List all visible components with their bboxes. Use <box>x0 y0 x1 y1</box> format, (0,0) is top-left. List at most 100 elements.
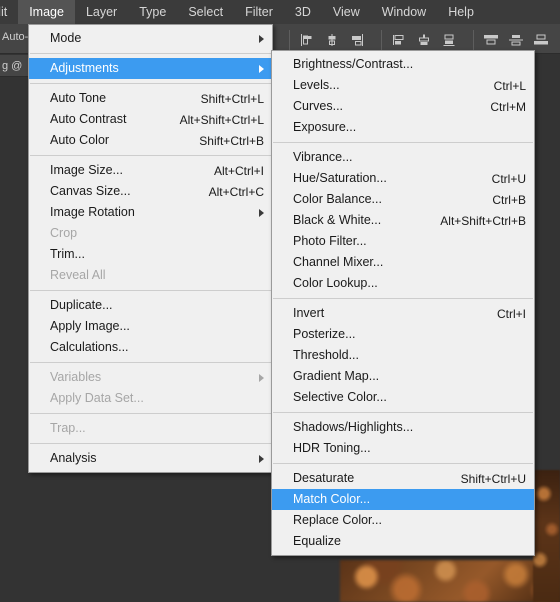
menu-item-calculations[interactable]: Calculations... <box>29 337 272 358</box>
align-horizontal-centers-icon[interactable] <box>321 30 343 50</box>
menu-item-label: Levels... <box>293 78 340 93</box>
menu-separator <box>273 298 533 299</box>
menu-item-equalize[interactable]: Equalize <box>272 531 534 552</box>
submenu-arrow-icon <box>259 208 264 217</box>
menu-item-label: Curves... <box>293 99 344 114</box>
menubar-item-dit[interactable]: dit <box>0 0 18 24</box>
menu-item-threshold[interactable]: Threshold... <box>272 345 534 366</box>
menu-item-variables: Variables <box>29 367 272 388</box>
menu-item-label: HDR Toning... <box>293 441 371 456</box>
menu-item-selective-color[interactable]: Selective Color... <box>272 387 534 408</box>
menu-item-auto-color[interactable]: Auto Color Shift+Ctrl+B <box>29 130 272 151</box>
menu-item-canvas-size[interactable]: Canvas Size... Alt+Ctrl+C <box>29 181 272 202</box>
menu-item-hue-saturation[interactable]: Hue/Saturation... Ctrl+U <box>272 168 534 189</box>
distribute-top-edges-icon[interactable] <box>480 30 502 50</box>
menu-item-label: Duplicate... <box>50 298 113 313</box>
menu-item-image-rotation[interactable]: Image Rotation <box>29 202 272 223</box>
menu-item-label: Vibrance... <box>293 150 353 165</box>
menubar-item-image[interactable]: Image <box>18 0 75 24</box>
menu-separator <box>30 53 271 54</box>
menu-item-duplicate[interactable]: Duplicate... <box>29 295 272 316</box>
menu-item-hdr-toning[interactable]: HDR Toning... <box>272 438 534 459</box>
align-edges-group <box>296 30 368 50</box>
align-vertical-centers-icon[interactable] <box>413 30 435 50</box>
menu-item-shortcut: Ctrl+U <box>491 171 526 186</box>
menu-item-trap: Trap... <box>29 418 272 439</box>
menu-item-channel-mixer[interactable]: Channel Mixer... <box>272 252 534 273</box>
menu-item-auto-contrast[interactable]: Auto Contrast Alt+Shift+Ctrl+L <box>29 109 272 130</box>
menubar-item-type[interactable]: Type <box>128 0 177 24</box>
menubar-item-layer[interactable]: Layer <box>75 0 128 24</box>
menu-item-shortcut: Alt+Shift+Ctrl+B <box>440 213 526 228</box>
distribute-group <box>480 30 552 50</box>
menubar-item-help[interactable]: Help <box>437 0 485 24</box>
menu-item-desaturate[interactable]: Desaturate Shift+Ctrl+U <box>272 468 534 489</box>
distribute-bottom-edges-icon[interactable] <box>530 30 552 50</box>
menu-separator <box>273 463 533 464</box>
align-bottom-edges-icon[interactable] <box>438 30 460 50</box>
menu-item-photo-filter[interactable]: Photo Filter... <box>272 231 534 252</box>
menu-item-label: Brightness/Contrast... <box>293 57 414 72</box>
menu-item-vibrance[interactable]: Vibrance... <box>272 147 534 168</box>
menu-item-label: Selective Color... <box>293 390 387 405</box>
menu-item-mode[interactable]: Mode <box>29 28 272 49</box>
align-left-edges-icon[interactable] <box>296 30 318 50</box>
document-image-right-edge[interactable] <box>533 470 560 602</box>
align-right-edges-icon[interactable] <box>346 30 368 50</box>
menu-item-shadows-highlights[interactable]: Shadows/Highlights... <box>272 417 534 438</box>
distribute-vertical-centers-icon[interactable] <box>505 30 527 50</box>
align-top-edges-icon[interactable] <box>388 30 410 50</box>
menu-item-invert[interactable]: Invert Ctrl+I <box>272 303 534 324</box>
menu-item-analysis[interactable]: Analysis <box>29 448 272 469</box>
menu-item-label: Canvas Size... <box>50 184 131 199</box>
align-vertical-group <box>388 30 460 50</box>
menu-item-label: Hue/Saturation... <box>293 171 387 186</box>
menu-item-label: Adjustments <box>50 61 119 76</box>
menu-item-color-balance[interactable]: Color Balance... Ctrl+B <box>272 189 534 210</box>
menu-item-label: Apply Image... <box>50 319 130 334</box>
menu-item-label: Equalize <box>293 534 341 549</box>
menubar-item-view[interactable]: View <box>322 0 371 24</box>
menu-item-brightness-contrast[interactable]: Brightness/Contrast... <box>272 54 534 75</box>
menu-item-label: Threshold... <box>293 348 360 363</box>
menubar-item-3d[interactable]: 3D <box>284 0 322 24</box>
menu-item-apply-image[interactable]: Apply Image... <box>29 316 272 337</box>
menubar-item-window[interactable]: Window <box>371 0 437 24</box>
menu-item-posterize[interactable]: Posterize... <box>272 324 534 345</box>
menu-item-trim[interactable]: Trim... <box>29 244 272 265</box>
menu-separator <box>30 290 271 291</box>
menu-item-black-white[interactable]: Black & White... Alt+Shift+Ctrl+B <box>272 210 534 231</box>
menu-separator <box>273 412 533 413</box>
menu-item-shortcut: Shift+Ctrl+L <box>200 91 264 106</box>
menu-item-adjustments[interactable]: Adjustments <box>29 58 272 79</box>
menu-item-replace-color[interactable]: Replace Color... <box>272 510 534 531</box>
options-separator-3 <box>473 30 474 50</box>
menu-item-exposure[interactable]: Exposure... <box>272 117 534 138</box>
menu-item-gradient-map[interactable]: Gradient Map... <box>272 366 534 387</box>
menu-item-label: Desaturate <box>293 471 355 486</box>
menu-item-auto-tone[interactable]: Auto Tone Shift+Ctrl+L <box>29 88 272 109</box>
menu-item-apply-data-set: Apply Data Set... <box>29 388 272 409</box>
menubar-item-select[interactable]: Select <box>177 0 234 24</box>
menu-item-levels[interactable]: Levels... Ctrl+L <box>272 75 534 96</box>
adjustments-submenu-dropdown[interactable]: Brightness/Contrast... Levels... Ctrl+L Cur… <box>271 50 535 556</box>
menu-item-label: Trap... <box>50 421 86 436</box>
menu-item-reveal-all: Reveal All <box>29 265 272 286</box>
menu-item-label: Invert <box>293 306 325 321</box>
menu-item-label: Exposure... <box>293 120 357 135</box>
menu-item-crop: Crop <box>29 223 272 244</box>
submenu-arrow-icon <box>259 373 264 382</box>
menubar-item-filter[interactable]: Filter <box>234 0 284 24</box>
menu-item-label: Auto Tone <box>50 91 107 106</box>
menu-item-match-color[interactable]: Match Color... <box>272 489 534 510</box>
document-image-preview[interactable] <box>340 560 560 602</box>
menu-item-label: Trim... <box>50 247 85 262</box>
menu-bar: ditImageLayerTypeSelectFilter3DViewWindo… <box>0 0 560 24</box>
menu-item-curves[interactable]: Curves... Ctrl+M <box>272 96 534 117</box>
image-menu-dropdown[interactable]: Mode Adjustments Auto Tone Shift+Ctrl+L Auto… <box>28 24 273 473</box>
menu-item-color-lookup[interactable]: Color Lookup... <box>272 273 534 294</box>
menu-separator <box>30 443 271 444</box>
menu-item-label: Photo Filter... <box>293 234 367 249</box>
menu-item-image-size[interactable]: Image Size... Alt+Ctrl+I <box>29 160 272 181</box>
menu-separator <box>30 362 271 363</box>
